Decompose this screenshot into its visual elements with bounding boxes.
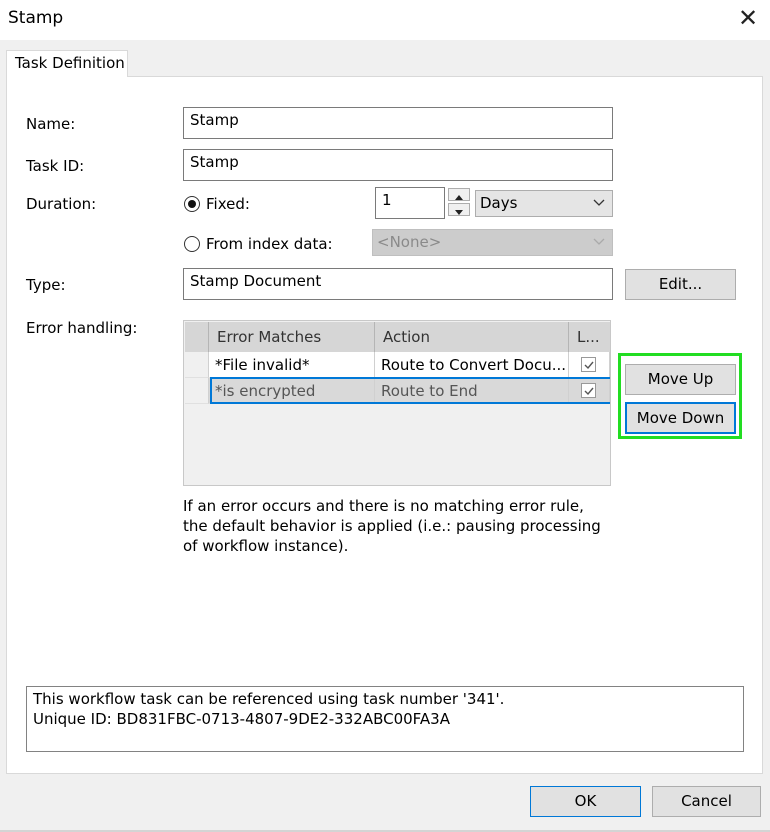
ok-button[interactable]: OK — [530, 786, 641, 817]
action-cell[interactable]: Route to End — [375, 378, 569, 404]
duration-unit-value: Days — [480, 194, 518, 212]
row-header-corner — [185, 322, 209, 352]
spin-down-button[interactable] — [448, 203, 470, 216]
radio-selected-dot — [188, 200, 196, 208]
error-handling-label: Error handling: — [26, 319, 138, 337]
chevron-down-icon — [593, 238, 605, 245]
column-header-error-matches[interactable]: Error Matches — [209, 322, 375, 352]
tab-task-definition[interactable]: Task Definition — [6, 50, 128, 77]
action-cell[interactable]: Route to Convert Docu... — [375, 352, 569, 378]
row-header[interactable] — [185, 378, 209, 404]
name-label: Name: — [26, 115, 76, 133]
window-title: Stamp — [8, 8, 64, 28]
taskid-field[interactable]: Stamp — [183, 149, 613, 181]
close-icon[interactable]: ✕ — [734, 4, 762, 32]
name-field[interactable]: Stamp — [183, 107, 613, 139]
fixed-radio[interactable] — [184, 196, 200, 212]
spin-up-button[interactable] — [448, 188, 470, 201]
index-radio[interactable] — [184, 236, 200, 252]
duration-label: Duration: — [26, 195, 97, 213]
edit-button[interactable]: Edit... — [625, 269, 736, 300]
chevron-down-icon — [593, 199, 605, 206]
checkbox-cell[interactable] — [569, 378, 610, 404]
error-handling-note: If an error occurs and there is no match… — [183, 497, 601, 555]
error-rules-grid: Error Matches Action L... *File invalid*… — [183, 320, 611, 486]
cancel-button[interactable]: Cancel — [652, 786, 761, 817]
row-checkbox[interactable] — [581, 383, 596, 398]
type-label: Type: — [26, 276, 66, 294]
index-label: From index data: — [206, 235, 333, 253]
checkmark-icon — [584, 361, 594, 370]
checkbox-cell[interactable] — [569, 352, 610, 378]
column-header-action[interactable]: Action — [375, 322, 569, 352]
move-up-button[interactable]: Move Up — [625, 364, 736, 395]
checkmark-icon — [584, 387, 594, 396]
caret-up-icon — [455, 195, 463, 200]
move-down-button[interactable]: Move Down — [625, 402, 736, 434]
tab-label: Task Definition — [15, 54, 125, 72]
column-header-l[interactable]: L... — [569, 322, 610, 352]
index-select-value: <None> — [377, 233, 442, 251]
task-reference-box: This workflow task can be referenced usi… — [26, 686, 744, 752]
row-header[interactable] — [185, 352, 209, 378]
index-select: <None> — [372, 229, 613, 256]
error-match-cell[interactable]: *File invalid* — [209, 352, 375, 378]
title-bar: Stamp ✕ — [0, 0, 770, 40]
type-field: Stamp Document — [183, 268, 613, 300]
taskid-label: Task ID: — [26, 157, 85, 175]
unique-id-line: Unique ID: BD831FBC-0713-4807-9DE2-332AB… — [33, 710, 450, 728]
task-reference-line: This workflow task can be referenced usi… — [33, 690, 505, 708]
fixed-label: Fixed: — [206, 195, 250, 213]
duration-amount-field[interactable]: 1 — [375, 187, 445, 219]
duration-unit-select[interactable]: Days — [475, 190, 613, 217]
caret-down-icon — [455, 210, 463, 215]
error-match-cell[interactable]: *is encrypted — [209, 378, 375, 404]
row-checkbox[interactable] — [581, 357, 596, 372]
